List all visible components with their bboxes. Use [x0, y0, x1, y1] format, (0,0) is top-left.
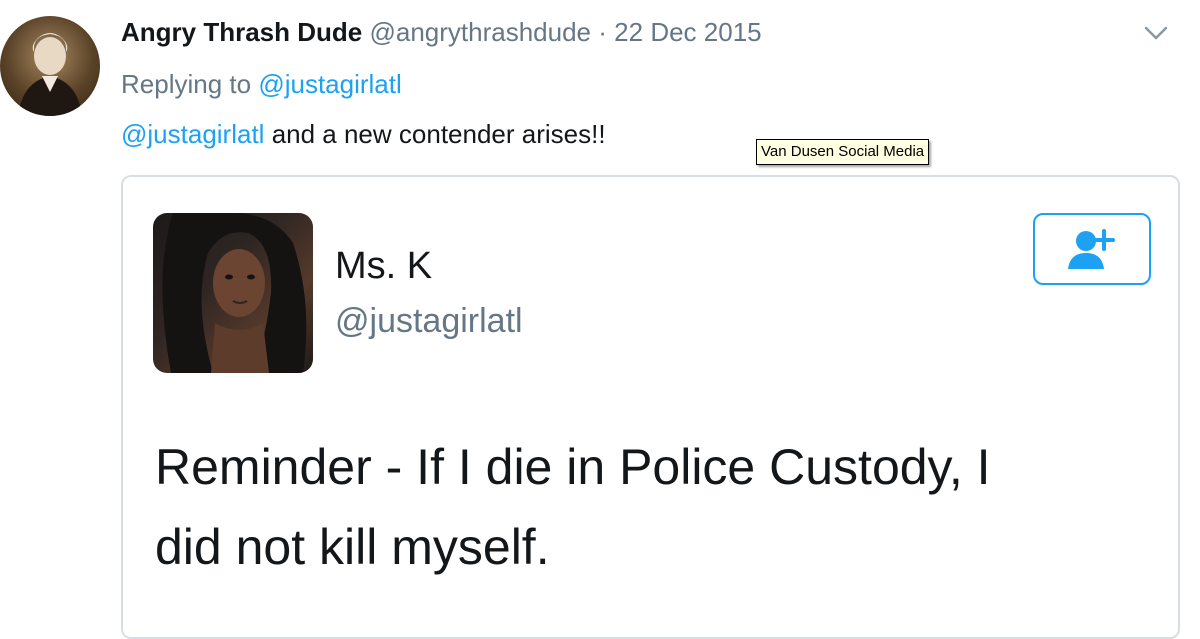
author-name[interactable]: Angry Thrash Dude	[121, 17, 362, 47]
profile-photo-icon	[162, 213, 307, 373]
author-avatar[interactable]	[0, 16, 100, 116]
quoted-name[interactable]: Ms. K	[335, 243, 432, 289]
quoted-text-line-1: Reminder - If I die in Police Custody, I	[155, 439, 991, 495]
quoted-avatar[interactable]	[153, 213, 313, 373]
tweet-mention-link[interactable]: @justagirlatl	[121, 119, 264, 149]
quoted-tweet-card[interactable]: Ms. K @justagirlatl Reminder - If I die …	[121, 175, 1180, 639]
tooltip: Van Dusen Social Media	[756, 139, 930, 165]
quoted-handle[interactable]: @justagirlatl	[335, 299, 523, 343]
replying-to: Replying to @justagirlatl	[121, 66, 402, 102]
tweet-date[interactable]: 22 Dec 2015	[614, 17, 761, 47]
quoted-text: Reminder - If I die in Police Custody, I…	[155, 427, 991, 587]
chevron-down-icon	[1144, 26, 1168, 40]
tweet-text: @justagirlatl and a new contender arises…	[121, 116, 606, 152]
portrait-avatar-icon	[18, 33, 82, 116]
tweet-body: and a new contender arises!!	[271, 119, 606, 149]
tweet-menu-button[interactable]	[1142, 22, 1170, 44]
replying-to-label: Replying to	[121, 69, 252, 99]
add-user-icon	[1068, 229, 1115, 269]
author-handle[interactable]: @angrythrashdude	[369, 17, 591, 47]
tweet-header: Angry Thrash Dude @angrythrashdude · 22 …	[121, 14, 762, 50]
header-separator: ·	[598, 17, 607, 47]
replying-to-link[interactable]: @justagirlatl	[258, 69, 401, 99]
quoted-text-line-2: did not kill myself.	[155, 519, 550, 575]
follow-button[interactable]	[1033, 213, 1151, 285]
